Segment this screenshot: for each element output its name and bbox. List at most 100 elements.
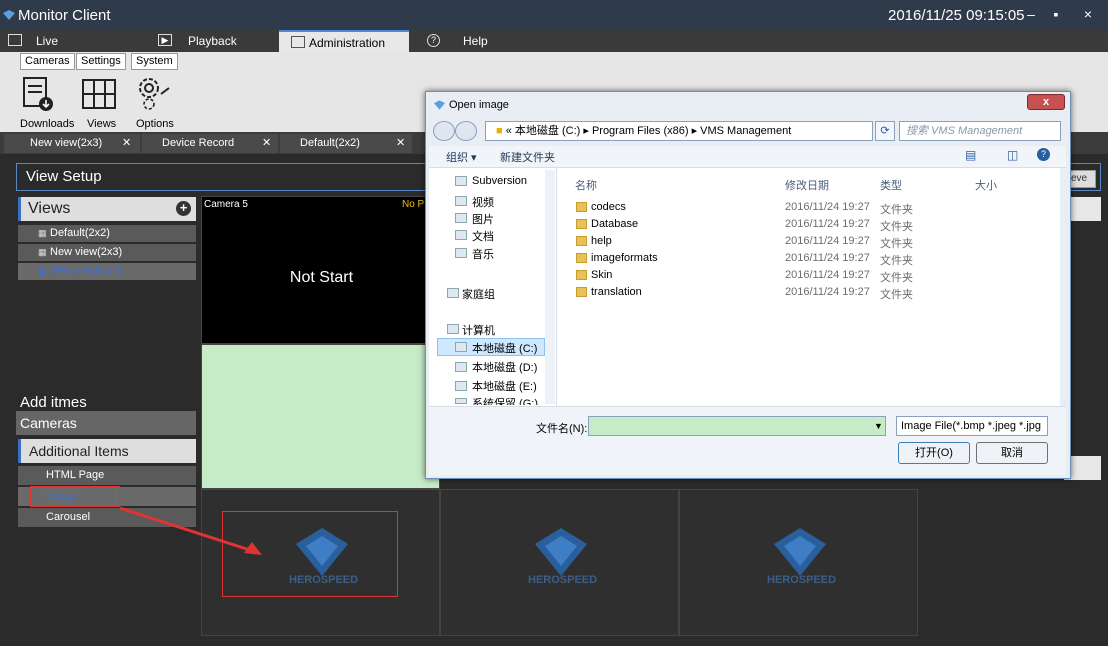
file-name[interactable]: Database: [591, 218, 638, 230]
organize-button[interactable]: 组织 ▾: [446, 149, 477, 165]
refresh-icon[interactable]: ⟳: [875, 121, 895, 141]
view-item-selected[interactable]: ▦ New view(3x3): [18, 263, 196, 280]
view-tab-label: New view(2x3): [30, 137, 103, 149]
file-type: 文件夹: [880, 272, 913, 284]
folder-icon: [291, 36, 305, 48]
tab-playback[interactable]: ▶ Playback: [150, 30, 278, 52]
video-icon: [455, 196, 467, 206]
ribbon-tab-settings[interactable]: Settings: [76, 53, 126, 70]
view-item[interactable]: ▦ New view(2x3): [18, 244, 196, 261]
herospeed-logo-icon: [535, 528, 587, 576]
logo-text: HEROSPEED: [767, 574, 837, 586]
dialog-close-button[interactable]: x: [1027, 94, 1065, 110]
column-date[interactable]: 修改日期: [785, 177, 829, 193]
not-start-text: Not Start: [289, 269, 354, 286]
file-date: 2016/11/24 19:27: [785, 269, 870, 281]
breadcrumb-item[interactable]: 本地磁盘 (C:): [515, 125, 580, 137]
views-title: Views: [28, 200, 71, 217]
ribbon-tab-system[interactable]: System: [131, 53, 178, 70]
breadcrumb-sep: ▸: [691, 125, 701, 137]
filetype-select[interactable]: Image File(*.bmp *.jpeg *.jpg: [896, 416, 1048, 436]
view-tab-default[interactable]: Default(2x2) ✕: [280, 134, 412, 153]
search-input[interactable]: 搜索 VMS Management: [899, 121, 1061, 141]
additional-items-section[interactable]: Additional Items: [18, 439, 196, 463]
file-type: 文件夹: [880, 221, 913, 233]
address-bar[interactable]: ■ « 本地磁盘 (C:) ▸ Program Files (x86) ▸ VM…: [485, 121, 873, 141]
file-date: 2016/11/24 19:27: [785, 235, 870, 247]
view-item[interactable]: ▦ Default(2x2): [18, 225, 196, 242]
drive-icon: [455, 362, 467, 372]
nav-item[interactable]: 视频: [472, 194, 494, 210]
tab-live-label: Live: [36, 34, 59, 48]
cancel-button[interactable]: 取消: [976, 442, 1048, 464]
view-setup-title: View Setup: [26, 168, 102, 185]
new-folder-button[interactable]: 新建文件夹: [500, 149, 555, 165]
close-icon[interactable]: ×: [1078, 6, 1098, 24]
nav-item[interactable]: 系统保留 (G:): [472, 395, 538, 405]
tab-help[interactable]: ? Help: [415, 30, 543, 52]
breadcrumb-sep: ▸: [583, 125, 592, 137]
column-size[interactable]: 大小: [975, 177, 997, 193]
help-icon[interactable]: ?: [1037, 148, 1050, 161]
file-name[interactable]: Skin: [591, 269, 612, 281]
nav-item[interactable]: 本地磁盘 (E:): [472, 378, 537, 394]
tab-administration[interactable]: Administration: [279, 30, 409, 52]
nav-scrollbar[interactable]: [545, 170, 555, 404]
breadcrumb-item[interactable]: Program Files (x86): [592, 125, 689, 137]
camera-cell[interactable]: Camera 5 No P Not Start: [201, 196, 440, 344]
view-options-icon[interactable]: ▤: [965, 148, 976, 162]
nav-item[interactable]: 图片: [472, 211, 494, 227]
open-button[interactable]: 打开(O): [898, 442, 970, 464]
file-name[interactable]: help: [591, 235, 612, 247]
grid-icon: ▦: [38, 266, 47, 276]
back-button[interactable]: [433, 121, 455, 141]
drop-cell[interactable]: [201, 344, 440, 489]
dialog-app-icon: [434, 100, 445, 110]
close-tab-icon[interactable]: ✕: [122, 134, 131, 153]
view-tab-label: Default(2x2): [300, 137, 360, 149]
filename-input[interactable]: [588, 416, 886, 436]
options-gear-icon[interactable]: [133, 74, 173, 114]
downloads-label: Downloads: [20, 118, 75, 130]
tab-live[interactable]: Live: [0, 30, 148, 52]
downloads-icon[interactable]: [18, 74, 58, 114]
file-date: 2016/11/24 19:27: [785, 218, 870, 230]
view-item-label: Default(2x2): [50, 227, 110, 239]
forward-button[interactable]: [455, 121, 477, 141]
ribbon-tab-cameras[interactable]: Cameras: [20, 53, 75, 70]
views-icon[interactable]: [79, 74, 119, 114]
close-tab-icon[interactable]: ✕: [262, 134, 271, 153]
nav-item[interactable]: 家庭组: [462, 286, 495, 302]
nav-item[interactable]: 本地磁盘 (D:): [472, 359, 537, 375]
minimize-icon[interactable]: –: [1021, 6, 1041, 24]
logo-text: HEROSPEED: [528, 574, 598, 586]
play-icon: ▶: [158, 34, 172, 46]
file-name[interactable]: imageformats: [591, 252, 658, 264]
preview-pane-icon[interactable]: ◫: [1007, 148, 1018, 162]
file-type: 文件夹: [880, 204, 913, 216]
tab-administration-label: Administration: [309, 36, 386, 50]
view-tab-device-record[interactable]: Device Record ✕: [142, 134, 278, 153]
nav-item[interactable]: Subversion: [472, 175, 527, 187]
maximize-icon[interactable]: ▪: [1046, 6, 1066, 24]
nav-item[interactable]: 音乐: [472, 246, 494, 262]
view-tab-new-view[interactable]: New view(2x3) ✕: [4, 134, 140, 153]
add-view-icon[interactable]: +: [176, 201, 191, 216]
nav-item[interactable]: 本地磁盘 (C:): [472, 340, 537, 356]
nav-item[interactable]: 文档: [472, 228, 494, 244]
help-icon: ?: [427, 34, 440, 47]
file-name[interactable]: translation: [591, 286, 642, 298]
add-items-title: Add itmes: [20, 394, 87, 411]
breadcrumb-item[interactable]: VMS Management: [700, 125, 791, 137]
drive-icon: [455, 342, 467, 352]
cameras-section[interactable]: Cameras: [16, 411, 196, 435]
chevron-down-icon[interactable]: ▼: [874, 417, 886, 435]
item-html-page[interactable]: HTML Page: [18, 466, 196, 485]
nav-item[interactable]: 计算机: [462, 322, 495, 338]
music-icon: [455, 248, 467, 258]
column-type[interactable]: 类型: [880, 177, 902, 193]
folder-icon: [576, 219, 587, 229]
column-name[interactable]: 名称: [575, 177, 597, 193]
close-tab-icon[interactable]: ✕: [396, 134, 405, 153]
file-name[interactable]: codecs: [591, 201, 626, 213]
